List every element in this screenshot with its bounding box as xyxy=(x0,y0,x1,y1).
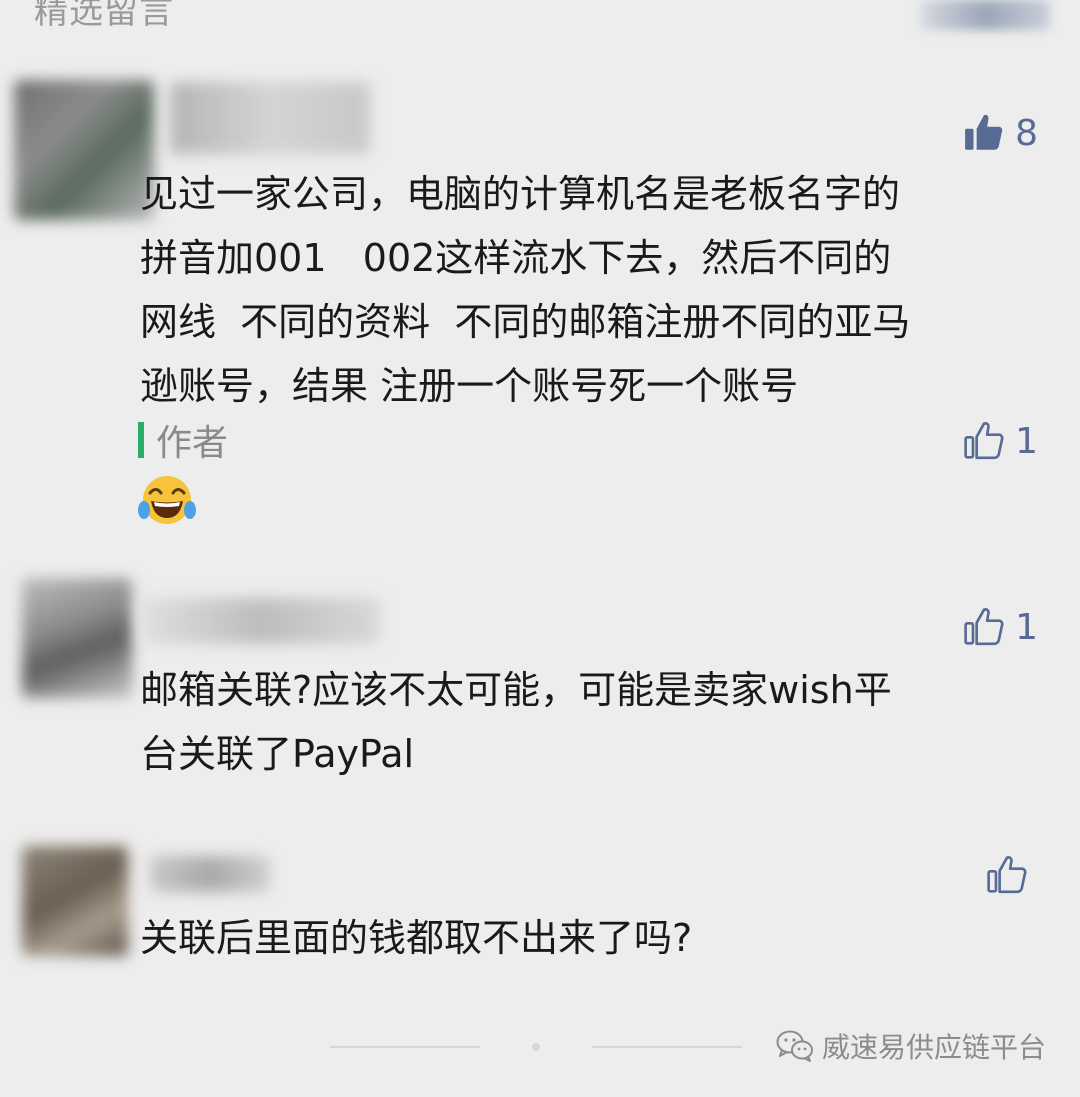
like-count: 8 xyxy=(1015,112,1038,154)
footer-divider-line xyxy=(592,1046,742,1048)
like-count: 1 xyxy=(1015,606,1038,648)
wechat-icon xyxy=(776,1030,813,1062)
like-count: 1 xyxy=(1015,420,1038,462)
avatar[interactable] xyxy=(14,80,154,220)
author-reply-header: 作者 xyxy=(138,414,228,466)
comment-text: 关联后里面的钱都取不出来了吗? xyxy=(140,916,693,960)
avatar[interactable] xyxy=(22,578,132,698)
nickname-blurred xyxy=(150,856,270,892)
footer-divider-line xyxy=(330,1046,480,1048)
thumbs-up-outline-icon xyxy=(964,422,1004,460)
blurred-corner-element xyxy=(920,0,1050,30)
section-title: 精选留言 xyxy=(34,0,174,32)
reply-author-label: 作者 xyxy=(156,423,229,464)
nickname-blurred xyxy=(170,82,370,154)
face-with-tears-of-joy-icon xyxy=(138,476,196,524)
like-button[interactable] xyxy=(986,854,1038,896)
thumbs-up-outline-icon xyxy=(964,608,1004,646)
author-reply-bar xyxy=(138,422,144,458)
like-button[interactable]: 1 xyxy=(963,606,1038,648)
like-button[interactable]: 8 xyxy=(963,112,1038,154)
nickname-blurred xyxy=(140,598,380,644)
comment-text: 见过一家公司，电脑的计算机名是老板名字的 拼音加001 002这样流水下去，然后… xyxy=(140,172,911,408)
footer-divider-dot xyxy=(532,1043,540,1051)
watermark-text: 威速易供应链平台 xyxy=(821,1031,1046,1064)
thumbs-up-filled-icon xyxy=(965,114,1003,150)
watermark: 威速易供应链平台 xyxy=(776,1026,1046,1066)
comment-text: 邮箱关联?应该不太可能，可能是卖家wish平 台关联了PayPal xyxy=(140,668,892,776)
avatar[interactable] xyxy=(22,846,128,956)
like-button[interactable]: 1 xyxy=(963,420,1038,462)
thumbs-up-outline-icon xyxy=(987,856,1027,894)
